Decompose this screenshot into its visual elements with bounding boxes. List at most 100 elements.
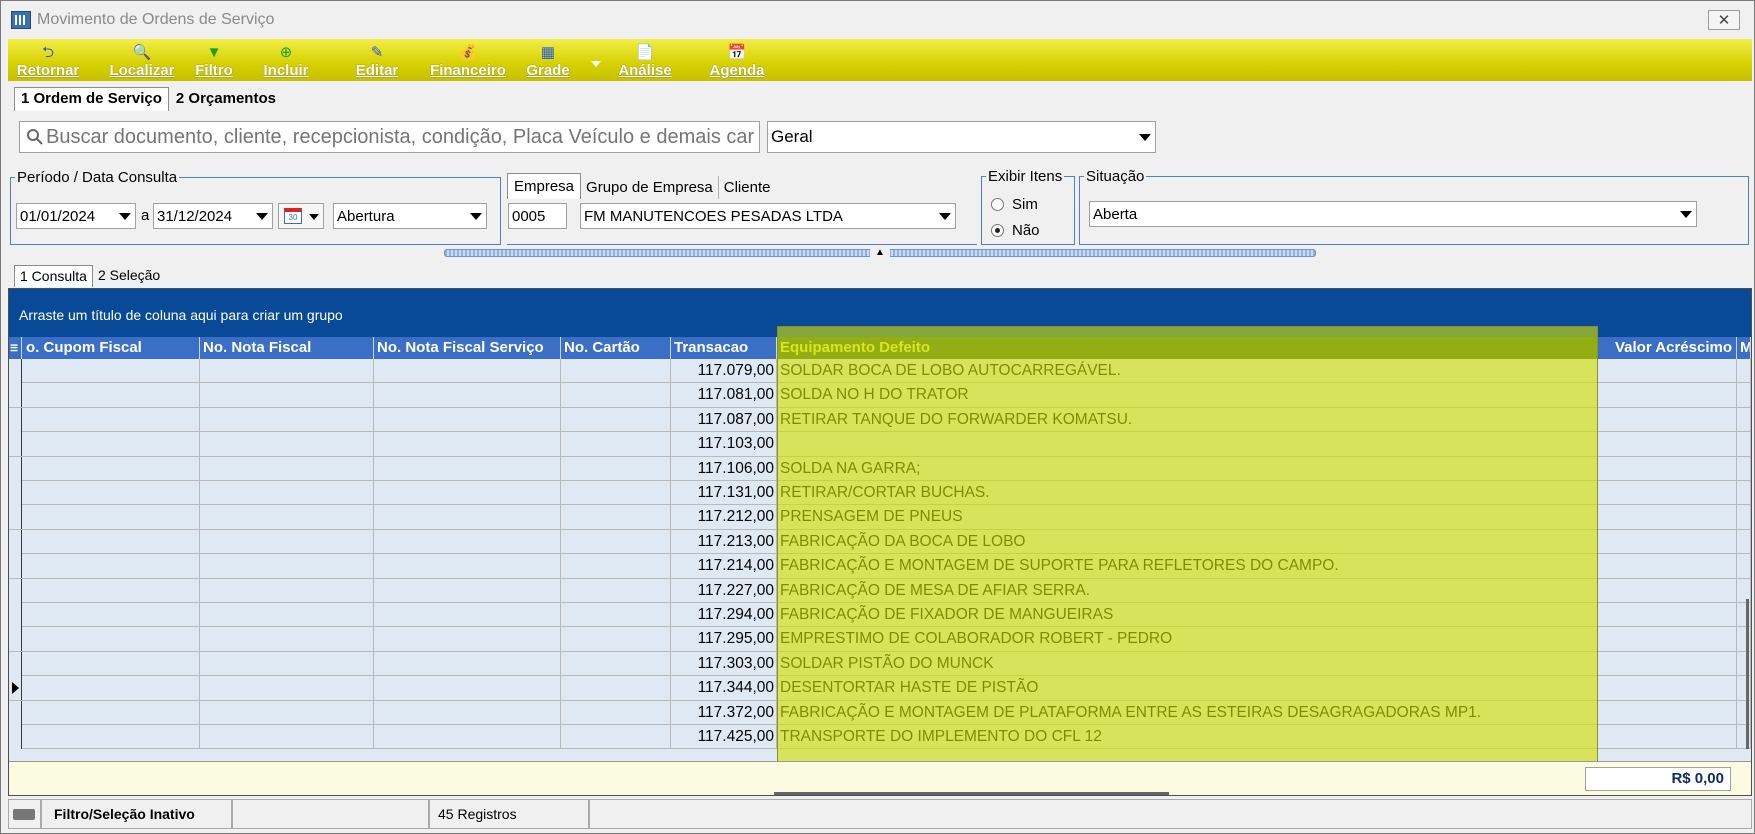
cell-empty[interactable] (1737, 529, 1751, 554)
table-row[interactable]: 117.087,00 RETIRAR TANQUE DO FORWARDER KO… (9, 407, 1751, 433)
cell-empty[interactable] (374, 651, 561, 676)
empresa-code-field[interactable]: 0005 (508, 203, 567, 229)
cell-transacao[interactable]: 117.081,00 (671, 383, 777, 408)
toolbar-button-agenda[interactable]: 📅 Agenda (697, 39, 777, 81)
cell-empty[interactable] (374, 505, 561, 530)
table-row[interactable]: 117.131,00 RETIRAR/CORTAR BUCHAS. (9, 481, 1751, 506)
vertical-scrollbar[interactable] (1746, 599, 1749, 749)
cell-empty[interactable] (23, 578, 200, 603)
cell-transacao[interactable]: 117.212,00 (671, 505, 777, 530)
cell-equipamento-defeito[interactable]: FABRICAÇÃO DE FIXADOR DE MANGUEIRAS (777, 603, 1598, 627)
table-row[interactable]: 117.344,00 DESENTORTAR HASTE DE PISTÃO (9, 676, 1751, 701)
column-header[interactable]: o. Cupom Fiscal (23, 337, 200, 359)
cell-empty[interactable] (200, 529, 374, 554)
cell-empty[interactable] (561, 407, 671, 432)
cell-empty[interactable] (374, 529, 561, 554)
cell-empty[interactable] (561, 603, 671, 627)
cell-empty[interactable] (1598, 529, 1737, 554)
empresa-name-select[interactable]: FM MANUTENCOES PESADAS LTDA (580, 203, 956, 229)
cell-equipamento-defeito[interactable]: TRANSPORTE DO IMPLEMENTO DO CFL 12 (777, 725, 1598, 749)
cell-empty[interactable] (1598, 627, 1737, 652)
cell-empty[interactable] (23, 456, 200, 481)
cell-equipamento-defeito[interactable]: RETIRAR/CORTAR BUCHAS. (777, 481, 1598, 505)
table-row[interactable]: 117.372,00 FABRICAÇÃO E MONTAGEM DE PLATA… (9, 700, 1751, 725)
table-row[interactable]: 117.106,00 SOLDA NA GARRA; (9, 456, 1751, 481)
cell-empty[interactable] (374, 603, 561, 627)
cell-empty[interactable] (23, 432, 200, 457)
tab-selecao[interactable]: 2 Seleção (93, 265, 165, 287)
cell-empty[interactable] (561, 554, 671, 579)
table-row[interactable]: 117.212,00 PRENSAGEM DE PNEUS (9, 505, 1751, 530)
cell-empty[interactable] (200, 383, 374, 408)
radio-sim[interactable]: Sim (991, 196, 1038, 213)
table-row[interactable]: 117.227,00 FABRICAÇÃO DE MESA DE AFIAR SE… (9, 578, 1751, 603)
table-row[interactable]: 117.294,00 FABRICAÇÃO DE FIXADOR DE MANGU… (9, 603, 1751, 628)
cell-empty[interactable] (561, 627, 671, 652)
cell-empty[interactable] (1598, 505, 1737, 530)
cell-transacao[interactable]: 117.214,00 (671, 554, 777, 579)
cell-empty[interactable] (1737, 481, 1751, 505)
cell-equipamento-defeito[interactable]: DESENTORTAR HASTE DE PISTÃO (777, 676, 1598, 701)
tab-ordem-servico[interactable]: 1 Ordem de Serviço (14, 87, 169, 111)
column-header[interactable]: No. Nota Fiscal Serviço (374, 337, 561, 359)
cell-equipamento-defeito[interactable]: EMPRESTIMO DE COLABORADOR ROBERT - PEDRO (777, 627, 1598, 652)
cell-empty[interactable] (561, 505, 671, 530)
cell-empty[interactable] (1598, 481, 1737, 505)
cell-empty[interactable] (374, 407, 561, 432)
tab-orcamentos[interactable]: 2 Orçamentos (169, 87, 283, 111)
cell-empty[interactable] (1737, 554, 1751, 579)
cell-transacao[interactable]: 117.087,00 (671, 407, 777, 432)
cell-empty[interactable] (200, 725, 374, 749)
cell-transacao[interactable]: 117.294,00 (671, 603, 777, 627)
cell-empty[interactable] (23, 700, 200, 725)
cell-empty[interactable] (561, 651, 671, 676)
radio-nao[interactable]: Não (991, 222, 1040, 239)
cell-transacao[interactable]: 117.227,00 (671, 578, 777, 603)
cell-equipamento-defeito[interactable]: SOLDA NO H DO TRATOR (777, 383, 1598, 408)
cell-empty[interactable] (374, 725, 561, 749)
tab-consulta[interactable]: 1 Consulta (14, 265, 93, 287)
cell-empty[interactable] (200, 359, 374, 383)
cell-transacao[interactable]: 117.425,00 (671, 725, 777, 749)
cell-empty[interactable] (23, 383, 200, 408)
cell-empty[interactable] (374, 432, 561, 457)
cell-empty[interactable] (374, 456, 561, 481)
cell-empty[interactable] (1598, 603, 1737, 627)
cell-empty[interactable] (374, 481, 561, 505)
table-row[interactable]: 117.081,00 SOLDA NO H DO TRATOR (9, 383, 1751, 408)
table-row[interactable]: 117.214,00 FABRICAÇÃO E MONTAGEM DE SUPOR… (9, 554, 1751, 579)
table-row[interactable]: 117.295,00 EMPRESTIMO DE COLABORADOR ROBE… (9, 627, 1751, 652)
cell-empty[interactable] (374, 676, 561, 701)
cell-empty[interactable] (561, 383, 671, 408)
cell-empty[interactable] (23, 505, 200, 530)
date-type-select[interactable]: Abertura (333, 203, 487, 229)
cell-empty[interactable] (23, 554, 200, 579)
panel-splitter[interactable]: ▲ (444, 248, 1316, 258)
cell-empty[interactable] (1598, 676, 1737, 701)
table-row[interactable]: 117.079,00 SOLDAR BOCA DE LOBO AUTOCARREG… (9, 359, 1751, 384)
cell-empty[interactable] (23, 481, 200, 505)
cell-empty[interactable] (374, 359, 561, 383)
toolbar-button-grade[interactable]: ▦ Grade (508, 39, 588, 81)
cell-empty[interactable] (561, 481, 671, 505)
cell-equipamento-defeito[interactable] (777, 432, 1598, 457)
cell-empty[interactable] (200, 505, 374, 530)
cell-transacao[interactable]: 117.295,00 (671, 627, 777, 652)
cell-empty[interactable] (561, 359, 671, 383)
cell-empty[interactable] (561, 725, 671, 749)
cell-empty[interactable] (1598, 725, 1737, 749)
toolbar-button-localizar[interactable]: 🔍 Localizar (102, 39, 182, 81)
cell-transacao[interactable]: 117.213,00 (671, 529, 777, 554)
cell-equipamento-defeito[interactable]: PRENSAGEM DE PNEUS (777, 505, 1598, 530)
cell-transacao[interactable]: 117.079,00 (671, 359, 777, 383)
cell-empty[interactable] (200, 627, 374, 652)
cell-empty[interactable] (200, 578, 374, 603)
cell-empty[interactable] (1737, 359, 1751, 383)
cell-empty[interactable] (561, 700, 671, 725)
cell-empty[interactable] (200, 676, 374, 701)
table-row[interactable]: 117.425,00 TRANSPORTE DO IMPLEMENTO DO CF… (9, 725, 1751, 750)
column-header[interactable]: No. Cartão (561, 337, 671, 359)
cell-empty[interactable] (200, 603, 374, 627)
column-header[interactable]: Transacao (671, 337, 777, 359)
situacao-select[interactable]: Aberta (1089, 201, 1697, 227)
